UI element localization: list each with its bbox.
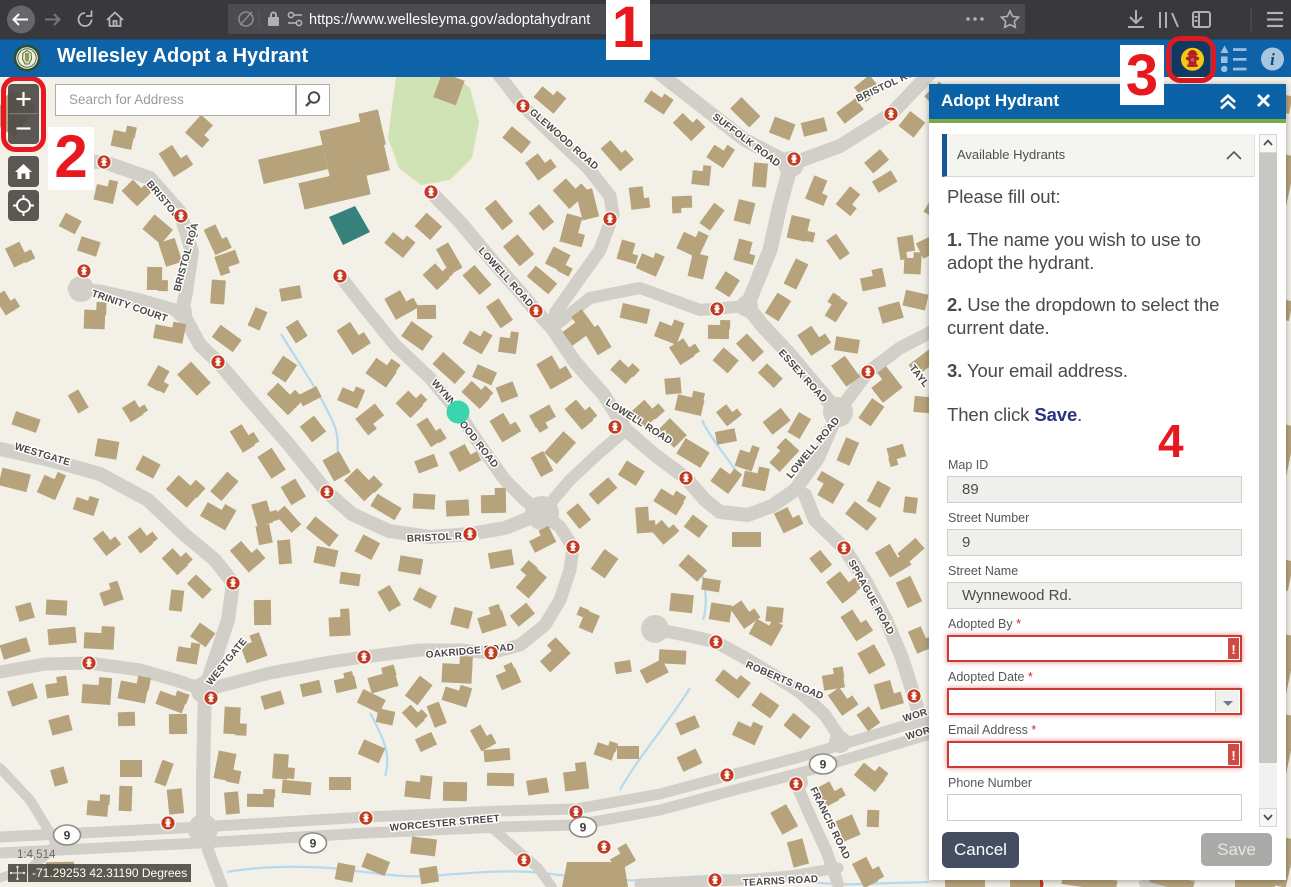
svg-text:i: i [1270, 50, 1275, 69]
svg-text:9: 9 [64, 829, 71, 843]
svg-text:9: 9 [820, 758, 827, 772]
svg-text:9: 9 [580, 821, 587, 835]
svg-text:9: 9 [310, 837, 317, 851]
